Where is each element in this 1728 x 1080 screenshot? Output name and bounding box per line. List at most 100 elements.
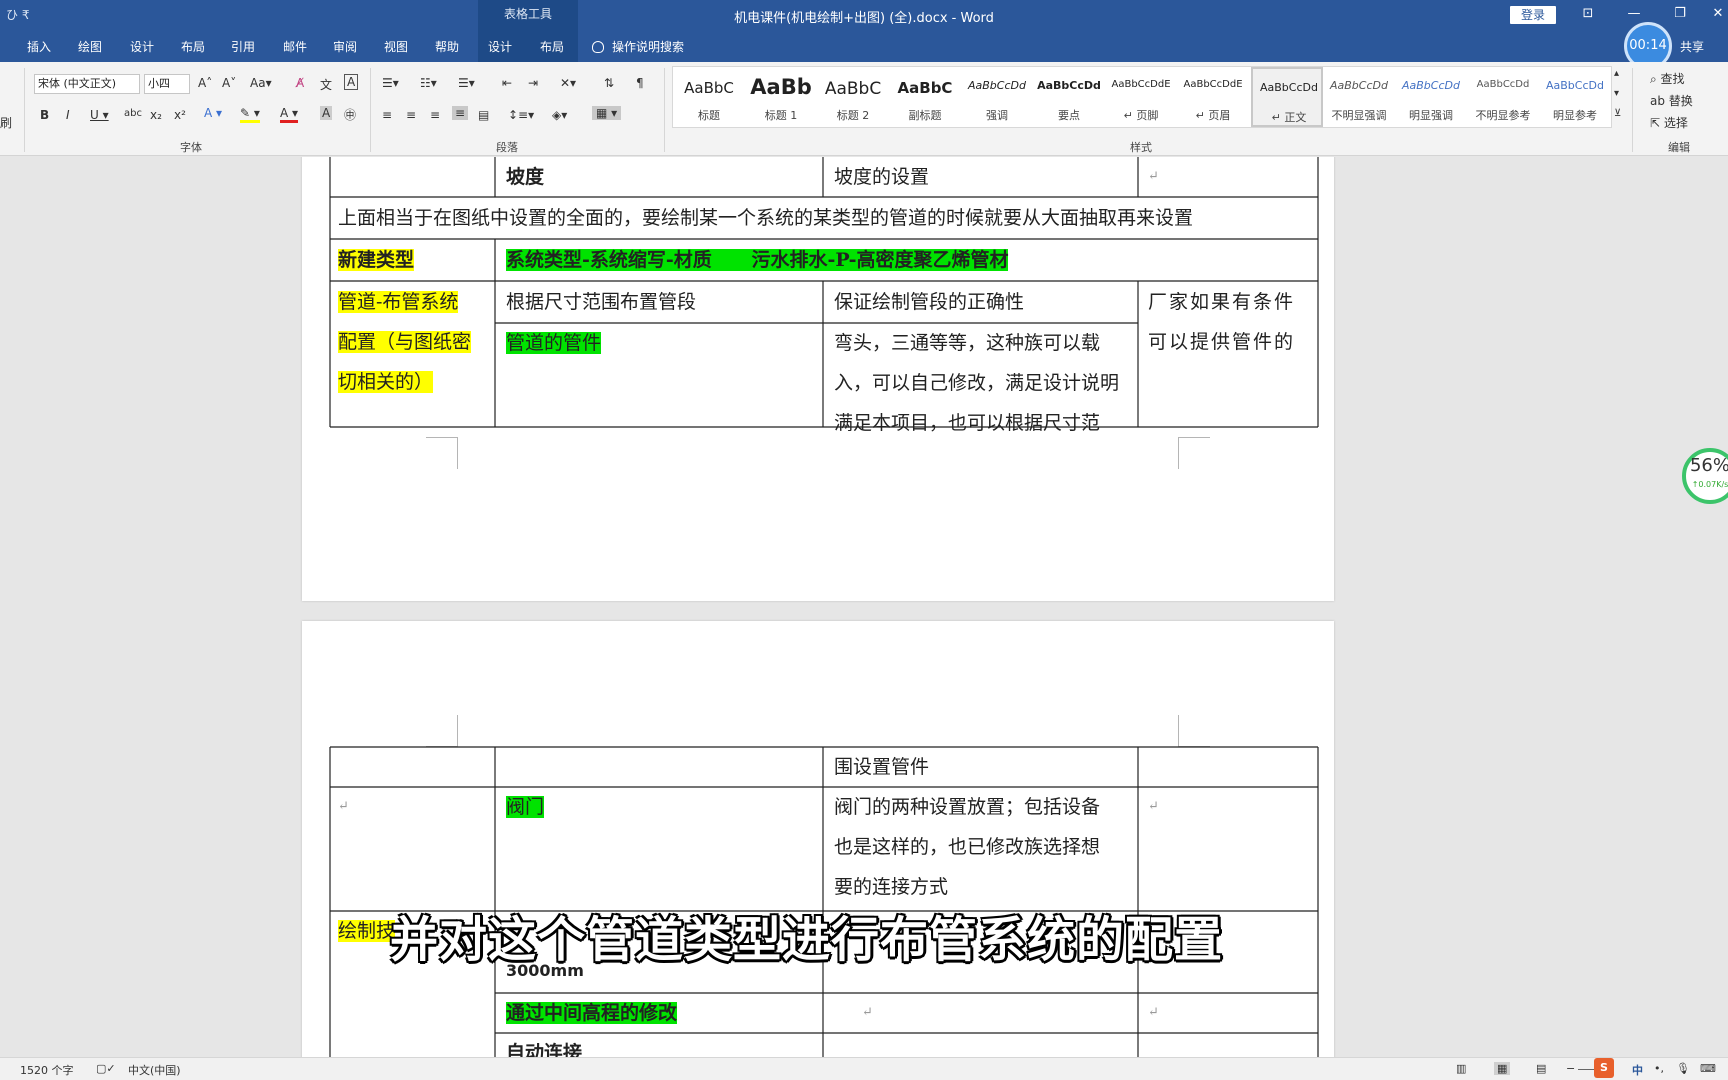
- strikethrough-icon[interactable]: abc: [124, 108, 142, 119]
- cell-pipe-fittings[interactable]: 管道的管件: [506, 323, 602, 363]
- login-button[interactable]: 登录: [1510, 6, 1556, 24]
- tab-layout[interactable]: 布局: [181, 38, 205, 55]
- style-heading-2[interactable]: AaBbC 标题 2: [817, 67, 889, 127]
- tab-view[interactable]: 视图: [384, 38, 408, 55]
- style-normal[interactable]: AaBbCcDd ↵ 正文: [1251, 67, 1323, 127]
- distributed-icon[interactable]: ▤: [478, 108, 489, 122]
- character-border-icon[interactable]: A: [344, 74, 359, 90]
- shrink-font-icon[interactable]: A˅: [222, 76, 236, 90]
- close-icon[interactable]: ✕: [1708, 4, 1728, 24]
- replace-button[interactable]: ab 替换: [1650, 92, 1693, 109]
- styles-scroll-up-icon[interactable]: ▴: [1614, 68, 1619, 79]
- sogou-ime-icon[interactable]: S: [1594, 1058, 1614, 1078]
- align-center-icon[interactable]: ≡: [406, 108, 416, 122]
- character-shading-icon[interactable]: A: [320, 106, 333, 120]
- ime-mode[interactable]: 中: [1632, 1062, 1643, 1078]
- underline-icon[interactable]: U ▾: [90, 108, 109, 122]
- cell-empty[interactable]: ↵: [862, 993, 873, 1033]
- style-subtle-emphasis[interactable]: AaBbCcDd 不明显强调: [1323, 67, 1395, 127]
- format-painter-label[interactable]: 刷: [0, 114, 12, 131]
- cell-size-range[interactable]: 根据尺寸范围布置管段: [506, 282, 696, 322]
- chinese-layout-icon[interactable]: ✕▾: [560, 76, 576, 90]
- cell-valve[interactable]: 阀门: [506, 787, 545, 827]
- share-button[interactable]: 共享: [1680, 38, 1704, 55]
- tab-review[interactable]: 审阅: [333, 38, 357, 55]
- cell-empty[interactable]: ↵: [1148, 993, 1159, 1033]
- tab-insert[interactable]: 插入: [27, 38, 51, 55]
- multilevel-list-icon[interactable]: ☰▾: [458, 76, 475, 90]
- sort-icon[interactable]: ⇅: [604, 76, 614, 90]
- style-intense-emphasis[interactable]: AaBbCcDd 明显强调: [1395, 67, 1467, 127]
- highlight-icon[interactable]: ✎ ▾: [240, 106, 260, 123]
- line-spacing-icon[interactable]: ↕≡▾: [508, 108, 534, 122]
- show-marks-icon[interactable]: ¶: [636, 76, 644, 90]
- font-size-select[interactable]: 小四: [144, 74, 190, 94]
- style-heading-1[interactable]: AaBb 标题 1: [745, 67, 817, 127]
- text-effects-icon[interactable]: A ▾: [204, 106, 222, 120]
- cell-routing-config[interactable]: 管道-布管系统 配置（与图纸密 切相关的）: [338, 282, 488, 402]
- read-mode-icon[interactable]: ▥: [1456, 1062, 1466, 1075]
- find-button[interactable]: ⌕ 查找: [1650, 70, 1685, 87]
- superscript-icon[interactable]: x²: [174, 108, 186, 122]
- increase-indent-icon[interactable]: ⇥: [528, 76, 538, 90]
- print-layout-icon[interactable]: ▦: [1494, 1062, 1511, 1075]
- clear-formatting-icon[interactable]: A̸: [296, 76, 304, 90]
- restore-icon[interactable]: ❐: [1670, 4, 1690, 24]
- page-1[interactable]: 坡度 坡度的设置 ↵ 上面相当于在图纸中设置的全面的，要绘制某一个系统的某类型的…: [302, 157, 1334, 601]
- borders-icon[interactable]: ▦ ▾: [592, 106, 622, 120]
- style-title[interactable]: AaBbC 标题: [673, 67, 745, 127]
- cell-new-type[interactable]: 新建类型: [338, 240, 415, 280]
- cell-fittings-detail[interactable]: 弯头，三通等等，这种族可以载 入，可以自己修改，满足设计说明 满足本项目，也可以…: [834, 323, 1134, 443]
- tab-mailings[interactable]: 邮件: [283, 38, 307, 55]
- page-2[interactable]: 围设置管件 ↵ 阀门 阀门的两种设置放置；包括设备 也是这样的，也已修改族选择想…: [302, 621, 1334, 1057]
- tab-references[interactable]: 引用: [231, 38, 255, 55]
- cell-slope[interactable]: 坡度: [506, 157, 544, 197]
- select-button[interactable]: ⇱ 选择: [1650, 114, 1688, 131]
- language-indicator[interactable]: 中文(中国): [128, 1062, 181, 1078]
- tab-table-layout[interactable]: 布局: [540, 38, 564, 55]
- decrease-indent-icon[interactable]: ⇤: [502, 76, 512, 90]
- style-footer[interactable]: AaBbCcDdE ↵ 页脚: [1105, 67, 1177, 127]
- enclose-character-icon[interactable]: ㊥: [344, 106, 356, 123]
- phonetic-guide-icon[interactable]: 文: [320, 76, 332, 93]
- style-header[interactable]: AaBbCcDdE ↵ 页眉: [1177, 67, 1249, 127]
- tab-design[interactable]: 设计: [130, 38, 154, 55]
- change-case-icon[interactable]: Aa▾: [250, 76, 272, 90]
- style-emphasis[interactable]: AaBbCcDd 强调: [961, 67, 1033, 127]
- tab-draw[interactable]: 绘图: [78, 38, 102, 55]
- tab-help[interactable]: 帮助: [435, 38, 459, 55]
- minimize-icon[interactable]: —: [1624, 4, 1644, 24]
- bullets-icon[interactable]: ☰▾: [382, 76, 399, 90]
- microphone-icon[interactable]: 🎙: [1676, 1062, 1690, 1075]
- cell-merged-note[interactable]: 上面相当于在图纸中设置的全面的，要绘制某一个系统的某类型的管道的时候就要从大面抽…: [338, 198, 1193, 238]
- keyboard-icon[interactable]: ⌨: [1700, 1062, 1716, 1075]
- cell-mid-elevation[interactable]: 通过中间高程的修改: [506, 993, 678, 1033]
- subscript-icon[interactable]: x₂: [150, 108, 162, 122]
- style-subtitle[interactable]: AaBbC 副标题: [889, 67, 961, 127]
- styles-more-icon[interactable]: ⊻: [1614, 108, 1621, 119]
- cell-empty[interactable]: ↵: [338, 787, 349, 827]
- punctuation-icon[interactable]: •,: [1654, 1062, 1664, 1075]
- font-name-select[interactable]: 宋体 (中文正文): [34, 74, 140, 94]
- tell-me-search[interactable]: 操作说明搜索: [592, 38, 684, 55]
- styles-scroll-down-icon[interactable]: ▾: [1614, 88, 1619, 99]
- style-intense-reference[interactable]: AaBbCcDd 明显参考: [1539, 67, 1611, 127]
- cell-empty[interactable]: ↵: [1148, 157, 1159, 197]
- cell-type-naming[interactable]: 系统类型-系统缩写-材质 污水排水-P-高密度聚乙烯管材: [506, 240, 1009, 280]
- align-left-icon[interactable]: ≡: [382, 108, 392, 122]
- proofing-icon[interactable]: ▢✓: [96, 1062, 116, 1075]
- font-color-icon[interactable]: A ▾: [280, 106, 299, 123]
- cell-valve-detail[interactable]: 阀门的两种设置放置；包括设备 也是这样的，也已修改族选择想 要的连接方式: [834, 787, 1134, 907]
- web-layout-icon[interactable]: ▤: [1536, 1062, 1546, 1075]
- cell-range-fittings[interactable]: 围设置管件: [834, 747, 929, 787]
- ribbon-display-icon[interactable]: ⊡: [1578, 4, 1598, 24]
- align-right-icon[interactable]: ≡: [430, 108, 440, 122]
- numbering-icon[interactable]: ☷▾: [420, 76, 437, 90]
- italic-icon[interactable]: I: [66, 108, 70, 122]
- shading-icon[interactable]: ◈▾: [552, 108, 567, 122]
- bold-icon[interactable]: B: [40, 108, 49, 122]
- justify-icon[interactable]: ≡: [452, 106, 469, 120]
- style-subtle-reference[interactable]: AaBbCcDd 不明显参考: [1467, 67, 1539, 127]
- grow-font-icon[interactable]: A˄: [198, 76, 212, 90]
- cell-vendor-note[interactable]: 厂家如果有条件 可以提供管件的: [1148, 282, 1312, 362]
